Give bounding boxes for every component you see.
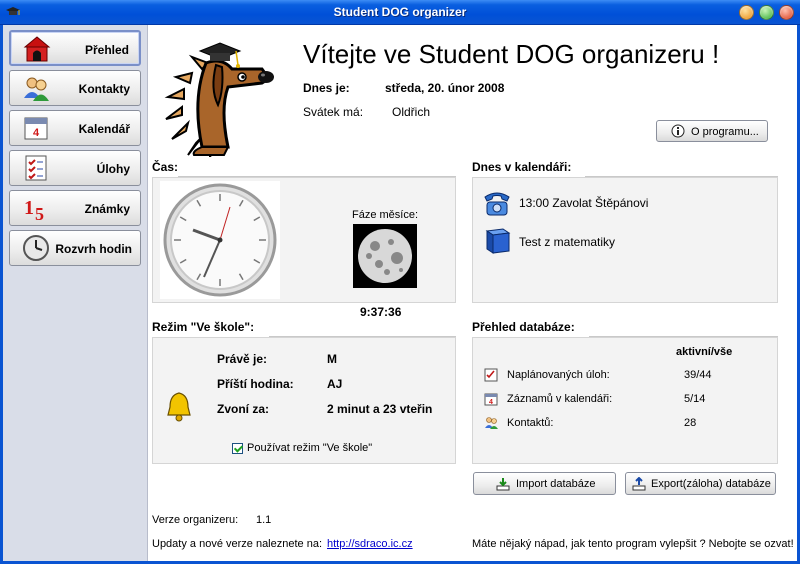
contacts-icon: [485, 417, 498, 429]
export-button-label: Export(záloha) databáze: [651, 478, 771, 490]
import-database-button[interactable]: Import databáze: [473, 472, 616, 495]
about-button[interactable]: O programu...: [656, 120, 768, 142]
sidebar-item-kalendar[interactable]: 4 Kalendář: [9, 110, 141, 146]
nameday-value: Oldřich: [392, 105, 431, 119]
school-mode-checkbox-label[interactable]: Používat režim "Ve škole": [247, 442, 372, 454]
svg-text:5: 5: [35, 204, 44, 222]
app-window: Student DOG organizer Přehled Kontakty 4…: [0, 0, 800, 564]
calendar-icon: 4: [484, 393, 498, 406]
close-button[interactable]: [779, 5, 794, 20]
import-button-label: Import databáze: [516, 478, 596, 490]
database-section-title: Přehled databáze:: [472, 320, 575, 334]
sidebar: Přehled Kontakty 4 Kalendář Úlohy 1 5 Zn…: [3, 25, 148, 561]
dog-logo-icon: [164, 42, 274, 157]
sidebar-item-label: Rozvrh hodin: [55, 242, 132, 256]
version-label: Verze organizeru:: [152, 514, 239, 526]
title-bar[interactable]: Student DOG organizer: [0, 0, 800, 25]
next-lesson-label: Příští hodina:: [217, 377, 294, 391]
sidebar-item-rozvrh[interactable]: Rozvrh hodin: [9, 230, 141, 266]
calendar-event[interactable]: Test z matematiky: [519, 235, 615, 249]
sidebar-item-ulohy[interactable]: Úlohy: [9, 150, 141, 186]
database-row-value: 5/14: [684, 393, 706, 405]
moon-phase-label: Fáze měsíce:: [352, 209, 419, 221]
version-value: 1.1: [256, 514, 272, 526]
telephone-icon: [484, 192, 510, 216]
welcome-heading: Vítejte ve Student DOG organizeru !: [303, 39, 720, 69]
updates-text: Updaty a nové verze naleznete na:: [152, 538, 323, 550]
database-row-label: Kontaktů:: [507, 417, 554, 429]
export-database-button[interactable]: Export(záloha) databáze: [625, 472, 776, 495]
feedback-text: Máte nějaký nápad, jak tento program vyl…: [472, 538, 794, 550]
doghouse-icon: [23, 36, 51, 62]
contacts-icon: [24, 77, 49, 101]
sidebar-item-label: Přehled: [84, 43, 129, 57]
now-label: Právě je:: [217, 352, 268, 366]
time-panel: Fáze měsíce: 9:37:36: [152, 177, 456, 319]
tasks-icon: [484, 368, 498, 382]
svg-text:1: 1: [24, 197, 34, 219]
import-icon: [496, 478, 510, 491]
updates-link[interactable]: http://sdraco.ic.cz: [327, 538, 413, 550]
minimize-button[interactable]: [739, 5, 754, 20]
database-row-value: 39/44: [684, 369, 712, 381]
about-button-label: O programu...: [691, 126, 759, 138]
calendar-icon: 4: [24, 117, 48, 140]
svg-text:4: 4: [33, 127, 40, 139]
school-mode-title: Režim "Ve škole":: [152, 320, 255, 334]
analog-clock: [160, 181, 280, 299]
clock-icon: [23, 235, 49, 261]
database-row-label: Naplánovaných úloh:: [507, 369, 610, 381]
next-lesson-value: AJ: [327, 377, 343, 391]
sidebar-item-kontakty[interactable]: Kontakty: [9, 70, 141, 106]
nameday-label: Svátek má:: [303, 105, 364, 119]
info-icon: [671, 124, 685, 138]
today-value: středa, 20. únor 2008: [385, 81, 505, 95]
maximize-button[interactable]: [759, 5, 774, 20]
sidebar-item-label: Kontakty: [78, 82, 130, 96]
tasks-icon: [25, 155, 47, 181]
database-row-label: Záznamů v kalendáři:: [507, 393, 613, 405]
bell-icon: [167, 392, 191, 422]
database-panel: aktivní/vše Naplánovaných úloh: 39/44 4 …: [472, 337, 778, 464]
ring-label: Zvoní za:: [217, 402, 270, 416]
calendar-event[interactable]: 13:00 Zavolat Štěpánovi: [519, 196, 648, 210]
now-value: M: [327, 352, 337, 366]
window-title: Student DOG organizer: [333, 5, 467, 19]
book-icon: [485, 228, 511, 254]
moon-phase-icon: [353, 224, 417, 288]
today-label: Dnes je:: [303, 81, 350, 95]
school-mode-panel: Právě je: M Příští hodina: AJ Zvoní za: …: [152, 337, 456, 464]
sidebar-item-label: Úlohy: [96, 162, 130, 176]
grades-icon: 1 5: [24, 197, 44, 222]
sidebar-item-label: Známky: [84, 202, 130, 216]
calendar-panel: 13:00 Zavolat Štěpánovi Test z matematik…: [472, 177, 778, 303]
database-column-header: aktivní/vše: [676, 346, 733, 358]
export-icon: [632, 477, 646, 491]
sidebar-item-prehled[interactable]: Přehled: [9, 30, 141, 66]
digital-clock: 9:37:36: [360, 305, 402, 319]
time-section-title: Čas:: [152, 160, 179, 174]
calendar-section-title: Dnes v kalendáři:: [472, 160, 572, 174]
school-mode-checkbox[interactable]: [232, 443, 243, 454]
ring-value: 2 minut a 23 vteřin: [327, 402, 433, 416]
sidebar-item-znamky[interactable]: 1 5 Známky: [9, 190, 141, 226]
database-row-value: 28: [684, 417, 697, 429]
sidebar-item-label: Kalendář: [78, 122, 130, 136]
svg-text:4: 4: [489, 399, 493, 406]
main-content: Vítejte ve Student DOG organizeru ! Dnes…: [148, 25, 797, 561]
